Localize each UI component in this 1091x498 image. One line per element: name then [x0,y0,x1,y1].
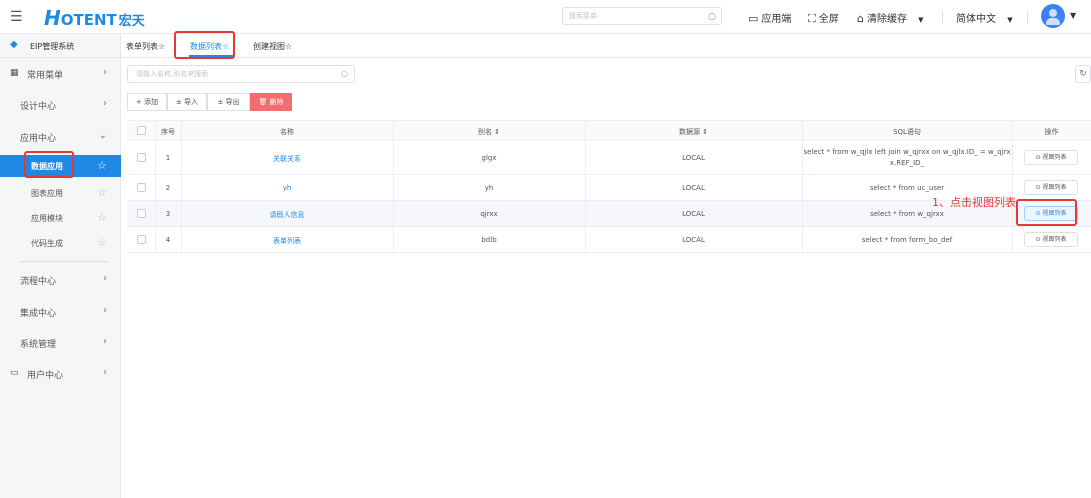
sidebar-item-design-center[interactable]: 设计中心 › [0,91,121,117]
divider [1027,11,1028,23]
row-checkbox[interactable] [137,235,146,244]
annotation-text: 1、点击视图列表 [932,196,1016,209]
menu-search-input[interactable]: 搜索菜单 ○ [562,7,722,25]
search-icon[interactable]: ○ [341,66,348,82]
table-row: 4 表单列表 bdlb LOCAL select * from form_bo_… [127,227,1091,253]
view-list-button[interactable]: ⊙ 视图列表 [1024,150,1078,165]
avatar[interactable] [1041,4,1065,28]
sidebar-item-code-gen[interactable]: 代码生成 ☆ [0,232,121,254]
star-icon[interactable]: ☆ [97,211,107,224]
column-divider [155,120,156,253]
app-end-button[interactable]: ▭ 应用端 [748,10,791,25]
delete-button[interactable]: 🗑 删除 [250,93,292,111]
view-list-button[interactable]: ⊙ 视图列表 [1024,180,1078,195]
hamburger-icon[interactable]: ☰ [10,9,23,25]
column-divider [802,120,803,253]
chevron-right-icon: › [103,336,107,347]
search-input[interactable]: 请输入名称,别名来搜索 ○ [127,65,355,83]
chevron-down-icon: ⌄ [98,130,107,141]
select-all-checkbox[interactable] [137,126,146,135]
chevron-right-icon: › [103,273,107,284]
cache-icon: ⌂ [857,12,864,25]
chevron-right-icon: › [103,305,107,316]
tab-bar: 表单列表☆ 数据列表☆ 创建视图☆ [121,34,1091,58]
row-checkbox[interactable] [137,209,146,218]
fullscreen-button[interactable]: ⛶ 全屏 [808,10,839,26]
chevron-right-icon: › [103,67,107,78]
view-list-button[interactable]: ⊙ 视图列表 [1024,232,1078,247]
monitor-icon: ▭ [748,12,759,25]
column-divider [393,120,394,253]
column-divider [181,120,182,253]
fullscreen-icon: ⛶ [808,12,816,25]
star-icon[interactable]: ☆ [97,186,107,199]
column-divider [585,120,586,253]
system-header: ◆ EIP管理系统 [0,34,121,58]
sidebar-item-chart-app[interactable]: 图表应用 ☆ [0,182,121,204]
grid-icon: ▦ [10,68,19,78]
logo: HOTENT 宏天 [44,6,145,30]
divider [20,261,108,262]
chevron-down-icon: ▼ [918,16,924,24]
table-header: 序号 名称 别名 ⇕ 数据源 ⇕ SQL语句 操作 [127,120,1091,141]
import-button[interactable]: ± 导入 [167,93,207,111]
chevron-down-icon: ▼ [1007,16,1013,24]
chevron-right-icon: › [103,98,107,109]
star-icon[interactable]: ☆ [97,236,107,249]
sidebar-item-integration-center[interactable]: 集成中心 › [0,298,121,324]
chevron-right-icon: › [103,367,107,378]
highlight-box [174,31,235,59]
sidebar-item-user-center[interactable]: ▭ 用户中心 › [0,360,121,386]
highlight-box [24,151,74,178]
add-button[interactable]: + 添加 [127,93,167,111]
clear-cache-button[interactable]: ⌂ 清除缓存 ▼ [857,10,924,25]
language-select[interactable]: 简体中文 ▼ [956,10,1013,25]
tab-create-view[interactable]: 创建视图☆ [253,41,292,52]
sidebar-item-common-menu[interactable]: ▦ 常用菜单 › [0,60,121,86]
divider [942,11,943,23]
sidebar: ◆ EIP管理系统 ▦ 常用菜单 › 设计中心 › 应用中心 ⌄ 数据应用 ☆ … [0,34,121,498]
top-header: ☰ HOTENT 宏天 搜索菜单 ○ ▭ 应用端 ⛶ 全屏 ⌂ 清除缓存 ▼ 简体中文 … [0,0,1091,34]
sidebar-item-app-module[interactable]: 应用模块 ☆ [0,207,121,229]
row-checkbox[interactable] [137,153,146,162]
refresh-icon[interactable]: ↻ [1075,65,1091,83]
column-divider [1012,120,1013,253]
table-row: 1 关联关系 glgx LOCAL select * from w_qjlx l… [127,141,1091,175]
brand-icon: ◆ [10,39,18,50]
search-icon[interactable]: ○ [708,9,716,25]
highlight-box [1016,199,1077,226]
export-button[interactable]: ± 导出 [207,93,250,111]
sidebar-item-flow-center[interactable]: 流程中心 › [0,266,121,292]
tab-form-list[interactable]: 表单列表☆ [126,41,165,52]
chevron-down-icon[interactable]: ▼ [1070,11,1076,20]
star-icon[interactable]: ☆ [97,159,107,172]
monitor-icon: ▭ [10,368,19,378]
sidebar-item-app-center[interactable]: 应用中心 ⌄ [0,123,121,149]
row-checkbox[interactable] [137,183,146,192]
sidebar-item-system-management[interactable]: 系统管理 › [0,329,121,355]
